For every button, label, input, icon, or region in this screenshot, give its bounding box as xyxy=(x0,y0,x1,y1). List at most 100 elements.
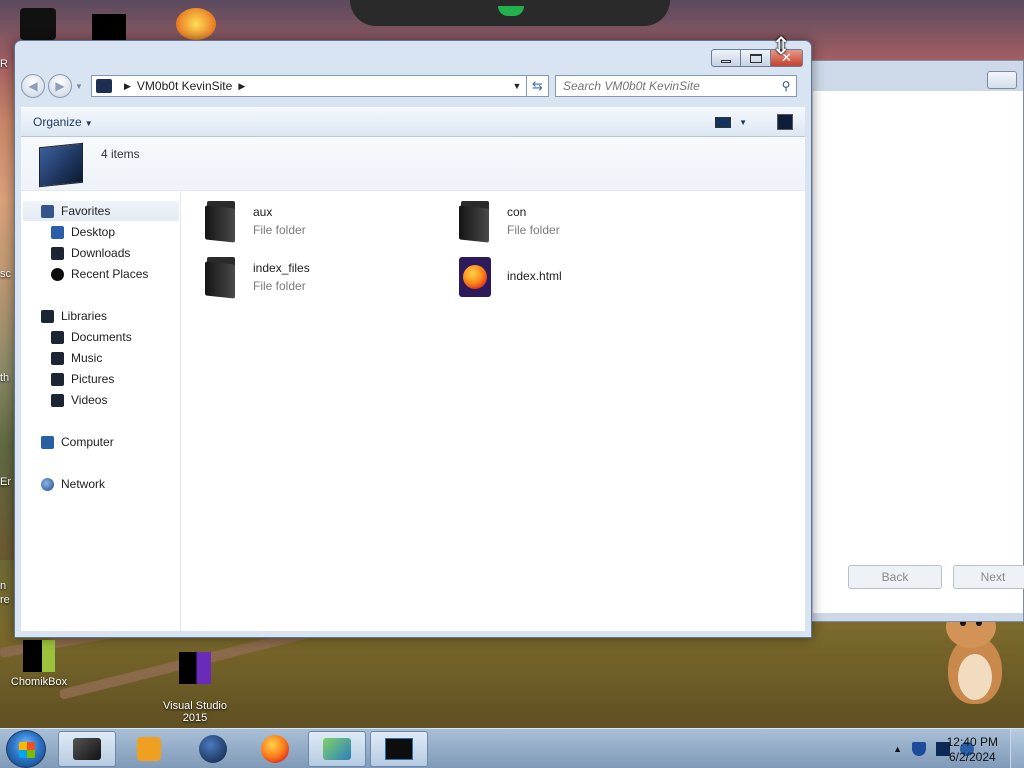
chomikbox-icon xyxy=(23,640,55,672)
desktop-app-icon[interactable] xyxy=(92,14,126,40)
view-icon xyxy=(715,116,732,128)
show-desktop-button[interactable] xyxy=(1010,729,1024,768)
desktop-edge-label: re xyxy=(0,594,10,606)
file-item-con[interactable]: con File folder xyxy=(459,199,560,243)
desktop-app-icon[interactable] xyxy=(176,8,216,40)
nav-label: Desktop xyxy=(71,225,116,239)
clock-time: 12:40 PM xyxy=(946,735,998,749)
search-icon[interactable]: ⚲ xyxy=(776,79,796,93)
nav-label: Music xyxy=(71,351,103,365)
desktop-icon-visual-studio[interactable]: Visual Studio 2015 xyxy=(150,640,240,736)
media-player-icon xyxy=(137,737,161,761)
nav-libraries[interactable]: Libraries xyxy=(23,306,179,326)
navigation-row: ◀ ▶ ▼ ▶ VM0b0t KevinSite ▶ ▼ ⇆ ⚲ xyxy=(21,73,805,99)
nav-pictures[interactable]: Pictures xyxy=(51,369,114,389)
minimize-button[interactable] xyxy=(711,49,741,67)
widget-indicator xyxy=(498,6,524,16)
taskbar-explorer[interactable] xyxy=(58,731,116,767)
breadcrumb-separator-icon[interactable]: ▶ xyxy=(124,81,131,92)
desktop-edge-label: sc xyxy=(0,268,11,280)
nav-label: Favorites xyxy=(61,204,111,218)
desktop-edge-label: n xyxy=(0,580,7,592)
explorer-icon xyxy=(73,738,101,760)
start-button[interactable] xyxy=(6,730,46,768)
taskbar-globe[interactable] xyxy=(184,731,242,767)
nav-label: Recent Places xyxy=(71,267,149,281)
organize-label: Organize xyxy=(33,115,82,129)
maximize-button[interactable] xyxy=(741,49,771,67)
file-item-index-html[interactable]: index.html xyxy=(459,257,562,297)
nav-recent-places[interactable]: Recent Places xyxy=(51,264,148,284)
chevron-down-icon: ▼ xyxy=(75,81,83,91)
minimize-icon xyxy=(721,59,731,63)
refresh-icon: ⇆ xyxy=(532,78,543,93)
restore-button[interactable] xyxy=(987,71,1017,89)
command-bar: Organize ▼ ▼ xyxy=(21,107,805,137)
computer-icon xyxy=(41,435,54,449)
taskbar-monitor-app[interactable] xyxy=(370,731,428,767)
desktop-icon-label: Visual Studio 2015 xyxy=(162,700,227,724)
taskbar-chart-app[interactable] xyxy=(308,731,366,767)
visual-studio-icon xyxy=(179,652,211,684)
preview-pane-button[interactable] xyxy=(777,114,793,130)
address-dropdown-icon[interactable]: ▼ xyxy=(508,81,526,91)
nav-label: Downloads xyxy=(71,246,131,260)
shield-icon[interactable] xyxy=(912,742,926,756)
wizard-content xyxy=(813,91,1023,613)
file-name: index.html xyxy=(507,269,562,283)
nav-network[interactable]: Network xyxy=(23,474,179,494)
forward-nav-button[interactable]: ▶ xyxy=(48,74,72,98)
refresh-button[interactable]: ⇆ xyxy=(527,75,549,97)
firefox-html-icon xyxy=(459,257,491,297)
recent-pages-dropdown[interactable]: ▼ xyxy=(75,82,85,91)
change-view-button[interactable]: ▼ xyxy=(715,116,747,128)
documents-icon xyxy=(51,330,64,344)
file-item-aux[interactable]: aux File folder xyxy=(205,199,306,243)
file-list: aux File folder con File folder index_file… xyxy=(181,191,805,631)
favorites-icon xyxy=(41,204,54,218)
nav-favorites[interactable]: Favorites xyxy=(23,201,179,221)
background-wizard-window xyxy=(806,60,1024,622)
breadcrumb-separator-icon[interactable]: ▶ xyxy=(238,81,245,92)
desktop-edge-label: Er xyxy=(0,476,11,488)
content-area: 4 items Favorites Desktop Downloads Rece… xyxy=(21,137,805,631)
desktop-icon xyxy=(51,225,64,239)
nav-documents[interactable]: Documents xyxy=(51,327,132,347)
desktop-icon-chomikbox[interactable]: ChomikBox xyxy=(0,640,84,688)
nav-label: Videos xyxy=(71,393,108,407)
organize-menu-button[interactable]: Organize ▼ xyxy=(33,115,93,129)
music-icon xyxy=(51,351,64,365)
clock[interactable]: 12:40 PM 6/2/2024 xyxy=(947,735,998,765)
nav-downloads[interactable]: Downloads xyxy=(51,243,130,263)
computer-icon xyxy=(96,79,112,93)
taskbar-media-player[interactable] xyxy=(120,731,178,767)
breadcrumb-segment[interactable]: VM0b0t KevinSite xyxy=(137,79,232,93)
arrow-left-icon: ◀ xyxy=(28,79,38,93)
recycle-bin-icon[interactable] xyxy=(20,8,56,40)
file-item-index-files[interactable]: index_files File folder xyxy=(205,255,310,299)
resize-cursor-icon: ⇕ xyxy=(771,33,792,60)
recent-places-icon xyxy=(51,267,64,281)
maximize-icon xyxy=(749,53,762,63)
back-button[interactable]: Back xyxy=(848,565,942,589)
nav-computer[interactable]: Computer xyxy=(23,432,179,452)
windows-logo-icon xyxy=(19,742,35,758)
nav-videos[interactable]: Videos xyxy=(51,390,107,410)
desktop-edge-label: R xyxy=(0,58,8,70)
desktop-widget xyxy=(350,0,670,26)
chevron-down-icon[interactable]: ▼ xyxy=(739,118,747,127)
folder-icon xyxy=(205,255,237,299)
taskbar-firefox[interactable] xyxy=(246,731,304,767)
nav-label: Network xyxy=(61,477,106,491)
search-box[interactable]: ⚲ xyxy=(555,75,797,97)
back-nav-button[interactable]: ◀ xyxy=(21,74,45,98)
firefox-icon xyxy=(261,735,289,763)
search-input[interactable] xyxy=(563,79,776,93)
address-bar[interactable]: ▶ VM0b0t KevinSite ▶ ▼ xyxy=(91,75,527,97)
next-button[interactable]: Next xyxy=(953,565,1024,589)
folder-icon xyxy=(459,199,491,243)
nav-music[interactable]: Music xyxy=(51,348,102,368)
show-hidden-icons-icon[interactable]: ▲ xyxy=(893,744,902,754)
nav-desktop[interactable]: Desktop xyxy=(51,222,115,242)
folder-preview-icon xyxy=(39,142,83,188)
